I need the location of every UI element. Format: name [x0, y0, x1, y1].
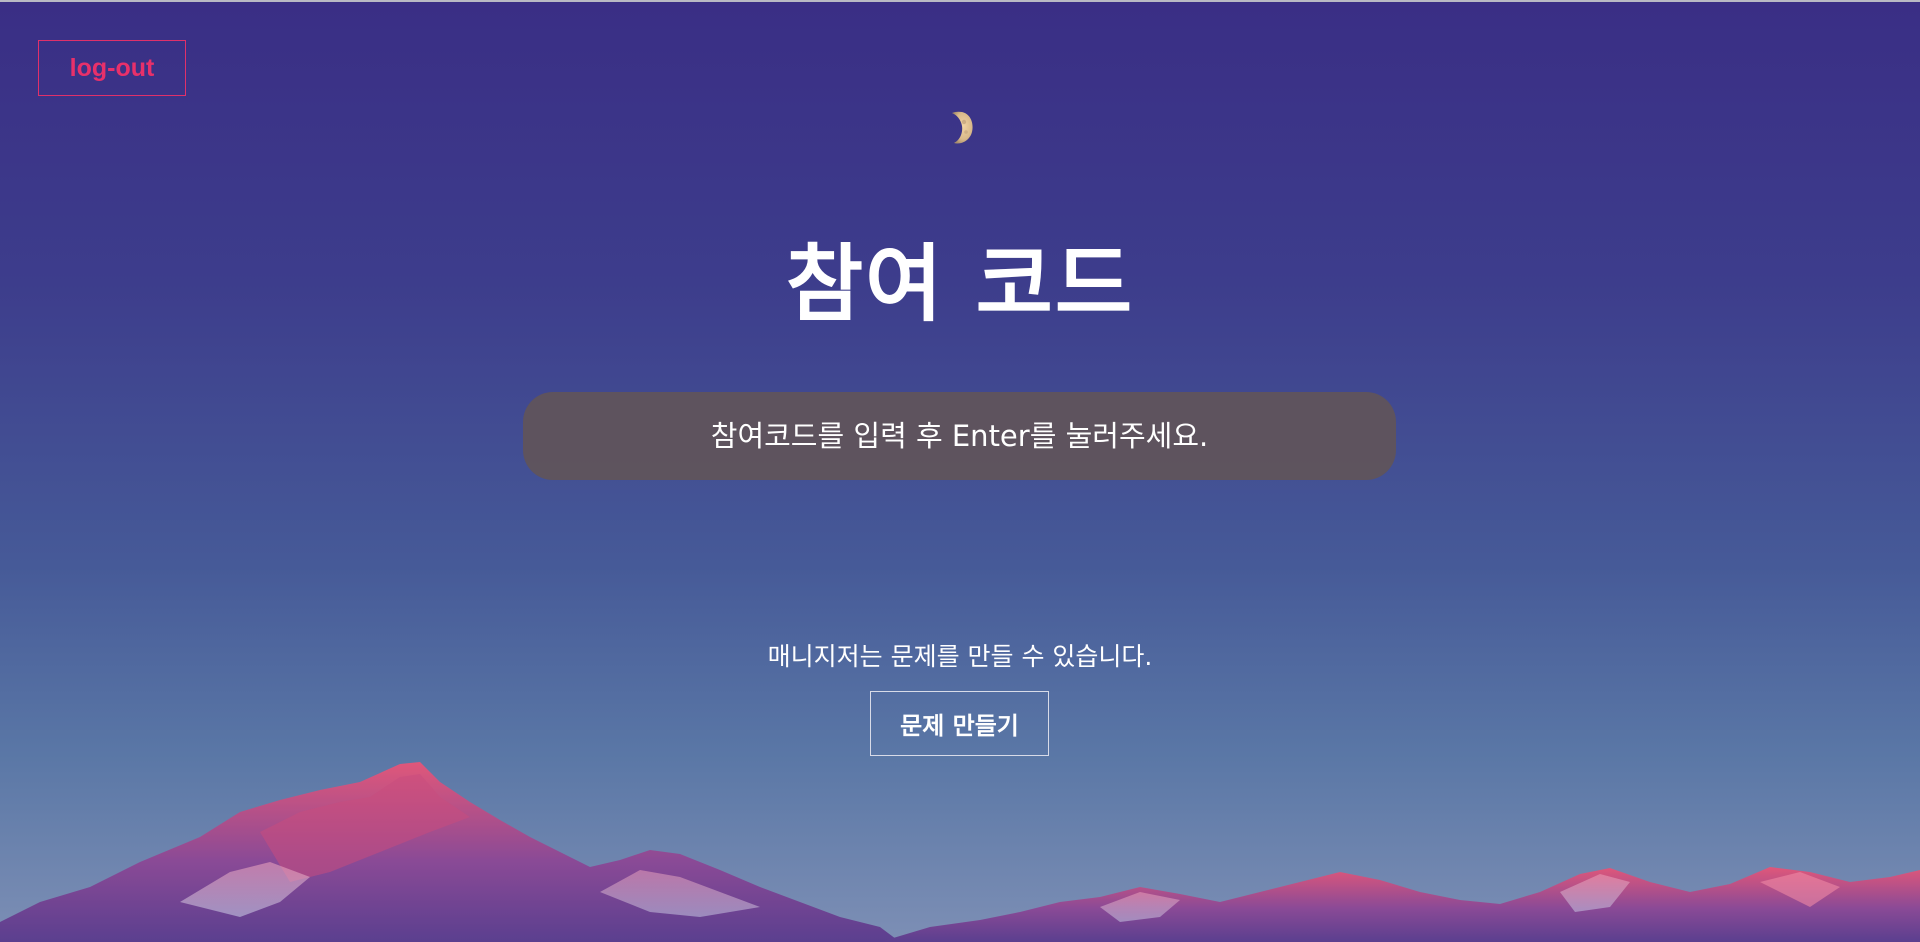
manager-notice: 매니지저는 문제를 만들 수 있습니다.	[767, 642, 1153, 671]
page-background: log-out 참여 코드 매니지저는 문제를 만들 수 있습니다. 문제 만들…	[0, 0, 1920, 942]
moon-icon	[952, 111, 973, 144]
mountain-range-image	[0, 762, 1920, 942]
page-title: 참여 코드	[785, 235, 1135, 333]
participation-code-input[interactable]	[523, 392, 1396, 480]
create-problem-button[interactable]: 문제 만들기	[870, 691, 1049, 756]
logout-button[interactable]: log-out	[38, 40, 186, 96]
